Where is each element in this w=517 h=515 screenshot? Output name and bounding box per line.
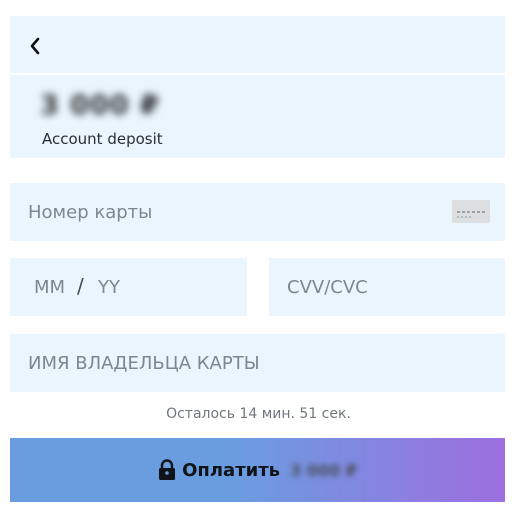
lock-icon bbox=[159, 459, 176, 480]
deposit-caption: Account deposit bbox=[42, 130, 163, 148]
card-icon-expiry bbox=[457, 216, 471, 218]
card-holder-input[interactable] bbox=[10, 334, 505, 392]
pay-button-label: Оплатить bbox=[182, 459, 281, 481]
payment-timer: Осталось 14 мин. 51 сек. bbox=[166, 406, 351, 422]
header-divider bbox=[10, 73, 505, 75]
chevron-left-icon bbox=[30, 37, 40, 55]
expiry-month-input[interactable] bbox=[34, 258, 78, 316]
card-icon-digits bbox=[457, 211, 485, 213]
credit-card-icon bbox=[452, 200, 490, 223]
expiry-separator: / bbox=[77, 274, 84, 298]
pay-button-amount: 3 000 ₽ bbox=[290, 460, 357, 480]
deposit-amount: 3 000 ₽ bbox=[40, 90, 160, 121]
cvv-input[interactable] bbox=[269, 258, 505, 316]
pay-button-content: Оплатить 3 000 ₽ bbox=[10, 438, 505, 502]
expiry-field: / bbox=[10, 258, 247, 316]
card-number-input[interactable] bbox=[10, 183, 505, 241]
pay-button[interactable]: Оплатить 3 000 ₽ bbox=[10, 438, 505, 502]
expiry-year-input[interactable] bbox=[98, 258, 158, 316]
back-button[interactable] bbox=[24, 34, 48, 58]
